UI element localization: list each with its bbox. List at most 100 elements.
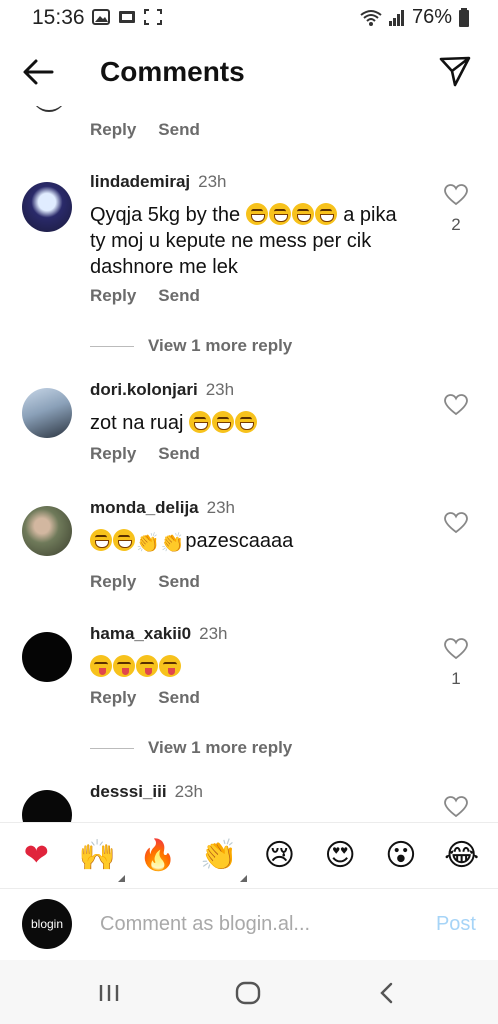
grinning-face-icon [113,529,135,551]
fire-icon[interactable]: 🔥 [138,836,178,876]
emoji-reaction-bar: ❤ 🙌 🔥 👏 😢 😍 😮 😂 [0,822,498,888]
reply-button[interactable]: Reply [90,572,136,592]
status-bar: 15:36 76% [0,0,498,36]
back-nav-icon[interactable] [370,976,404,1010]
timestamp: 23h [199,624,228,643]
partial-avatar [32,106,66,112]
comment-actions: Reply Send [90,688,200,708]
grinning-face-icon [211,411,234,433]
comment-text: Qyqja 5kg by the a pika ty moj u kepute … [90,203,397,278]
system-navigation-bar [0,960,498,1024]
send-button[interactable]: Send [158,286,200,306]
screenshot-icon [144,9,162,25]
reply-button[interactable]: Reply [90,688,136,708]
heart-outline-icon [444,394,468,416]
like-button[interactable] [444,796,468,822]
grinning-face-icon [268,203,291,225]
comments-list[interactable]: Reply Send lindademiraj 23h Qyqja 5kg by … [0,106,498,822]
grinning-face-icon [314,203,337,225]
comment-actions: Reply Send [90,572,200,592]
battery-percent: 76% [411,6,452,28]
battery-icon [459,7,469,27]
own-avatar[interactable]: blogin [22,899,72,949]
heart-outline-icon [444,512,468,534]
view-more-replies[interactable]: View 1 more reply [90,336,292,356]
heart-eyes-icon[interactable]: 😍 [320,836,360,876]
heart-outline-icon [444,638,468,660]
username[interactable]: lindademiraj [90,172,190,191]
comment-actions: Reply Send [90,444,200,464]
grinning-face-icon [245,203,268,225]
yum-face-icon [136,655,158,677]
avatar[interactable] [22,388,72,438]
timestamp: 23h [205,380,235,399]
gallery-icon [119,11,135,23]
comment-text [90,654,430,680]
grinning-face-icon [234,411,257,433]
home-icon[interactable] [231,976,265,1010]
status-time: 15:36 [32,6,85,29]
reply-button[interactable]: Reply [90,444,136,464]
signal-icon [388,9,404,26]
notification-icons [92,9,162,25]
grinning-face-icon [188,411,211,433]
timestamp: 23h [174,782,203,801]
send-button[interactable]: Send [158,444,200,464]
variant-indicator [239,874,247,882]
header: Comments [0,36,498,106]
clapping-hands-icon[interactable]: 👏 [199,836,247,882]
username[interactable]: monda_delija [90,498,199,517]
send-button[interactable]: Send [158,688,200,708]
avatar[interactable] [22,182,72,232]
comment-text: 👏👏pazescaaaa [90,528,430,557]
yum-face-icon [90,655,112,677]
like-button[interactable]: 2 [444,184,468,235]
like-button[interactable] [444,512,468,539]
comment-header: desssi_iii 23h [90,782,203,802]
like-count: 2 [451,215,461,234]
like-count: 1 [451,669,461,688]
timestamp: 23h [206,498,236,517]
comment-header: lindademiraj 23h [90,172,227,192]
divider-line [90,345,134,347]
comment-header: hama_xakii0 23h [90,624,228,644]
post-button[interactable]: Post [436,913,476,936]
avatar[interactable] [22,506,72,556]
like-button[interactable]: 1 [444,638,468,689]
avatar[interactable] [22,632,72,682]
comment-composer: blogin Post [0,888,498,960]
like-button[interactable] [444,394,468,421]
comment-input[interactable] [100,913,400,936]
tears-of-joy-icon[interactable]: 😂 [442,836,482,876]
raising-hands-icon[interactable]: 🙌 [77,836,126,882]
page-title: Comments [100,56,245,87]
variant-indicator [118,874,126,882]
grinning-face-icon [291,203,314,225]
crying-face-icon[interactable]: 😢 [259,836,299,876]
divider-line [90,747,134,749]
username[interactable]: dori.kolonjari [90,380,198,399]
comment-header: monda_delija 23h [90,498,235,518]
comment-actions: Reply Send [90,286,200,306]
red-heart-icon[interactable]: ❤ [16,836,56,876]
send-button[interactable]: Send [158,572,200,592]
avatar[interactable] [22,790,72,822]
comment-header: dori.kolonjari 23h [90,380,234,400]
username[interactable]: desssi_iii [90,782,167,801]
back-arrow-icon[interactable] [20,54,56,90]
heart-outline-icon [444,796,468,818]
yum-face-icon [113,655,135,677]
system-icons: 76% [360,6,470,29]
wifi-icon [360,9,382,26]
recent-apps-icon[interactable] [92,976,126,1010]
clapping-hands-icon: 👏 [160,533,185,554]
reply-button[interactable]: Reply [90,286,136,306]
heart-outline-icon [444,184,468,206]
direct-send-icon[interactable] [438,54,472,88]
surprised-face-icon[interactable]: 😮 [381,836,421,876]
username[interactable]: hama_xakii0 [90,624,191,643]
grinning-face-icon [90,529,112,551]
view-more-replies[interactable]: View 1 more reply [90,738,292,758]
send-button[interactable]: Send [158,120,200,140]
reply-button[interactable]: Reply [90,120,136,140]
